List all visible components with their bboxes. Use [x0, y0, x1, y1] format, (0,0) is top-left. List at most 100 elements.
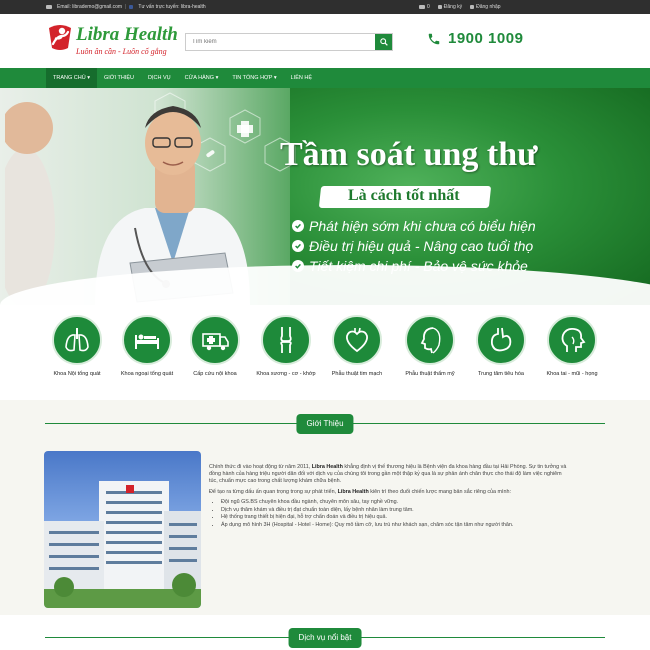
- login-icon: [470, 4, 475, 9]
- ent-head-icon: [561, 327, 586, 352]
- nav-item-news[interactable]: TIN TỔNG HỢP ▾: [225, 68, 283, 88]
- search-button[interactable]: [375, 34, 392, 50]
- hotline[interactable]: 1900 1009: [427, 30, 523, 47]
- dept-label: Cấp cứu nội khoa: [193, 371, 237, 377]
- stomach-icon: [490, 327, 512, 352]
- intro-p2-after: kiên trì theo đuổi chiến lược mang bản s…: [368, 488, 512, 495]
- check-icon: [292, 260, 304, 272]
- hospital-building-icon: [44, 481, 201, 608]
- cart-count: 0: [427, 4, 430, 10]
- list-item: Hệ thống trang thiết bị hiện đại, hỗ trợ…: [221, 514, 569, 521]
- dept-label: Khoa xương - cơ - khớp: [256, 371, 316, 377]
- dept-digestive-center[interactable]: Trung tâm tiêu hóa: [466, 315, 536, 377]
- facebook-icon: [129, 5, 134, 9]
- nav-item-contact[interactable]: LIÊN HỆ: [284, 68, 319, 88]
- banner-bullets: Phát hiện sớm khi chưa có biểu hiện Điều…: [292, 218, 536, 278]
- nav-item-shop[interactable]: CỬA HÀNG ▾: [178, 68, 226, 88]
- chevron-down-icon: ▾: [215, 75, 219, 81]
- intro-list: Đội ngũ GS.BS chuyên khoa đầu ngành, chu…: [209, 499, 569, 529]
- bullet-text: Phát hiện sớm khi chưa có biểu hiện: [309, 218, 536, 234]
- chevron-down-icon: ▾: [87, 75, 90, 81]
- intro-p2-brand: Libra Health: [337, 488, 369, 495]
- nav-label: GIỚI THIỆU: [104, 75, 134, 81]
- banner-subtitle: Là cách tốt nhất: [348, 187, 460, 204]
- dept-emergency[interactable]: Cấp cứu nội khoa: [180, 315, 250, 377]
- departments-row: Khoa Nội tổng quát Khoa ngoại tổng quát: [0, 305, 650, 400]
- dept-label: Phẫu thuật tim mạch: [331, 371, 383, 377]
- login-link[interactable]: Đăng nhập: [470, 4, 501, 10]
- intro-p1-brand: Libra Health: [311, 464, 343, 470]
- check-icon: [292, 220, 304, 232]
- dept-internal-medicine[interactable]: Khoa Nội tổng quát: [42, 315, 112, 377]
- dept-orthopedics[interactable]: Khoa xương - cơ - khớp: [251, 315, 321, 377]
- dept-cosmetic-surgery[interactable]: Phẫu thuật thẩm mỹ: [395, 315, 465, 377]
- brand-slogan: Luôn ân cần - Luôn cố gắng: [76, 47, 167, 56]
- bullet-text: Điều trị hiệu quả - Nâng cao tuổi thọ: [309, 238, 534, 254]
- nav-item-services[interactable]: DỊCH VỤ: [141, 68, 178, 88]
- intro-p2-before: Để tạo ra từng dấu ấn quan trọng trong s…: [209, 488, 338, 495]
- intro-text: Chính thức đi vào hoạt động từ năm 2011,…: [209, 464, 569, 530]
- intro-paragraph-1: Chính thức đi vào hoạt động từ năm 2011,…: [209, 464, 569, 486]
- lungs-icon: [65, 328, 89, 352]
- nav-item-about[interactable]: GIỚI THIỆU: [97, 68, 141, 88]
- nav-label: LIÊN HỆ: [290, 75, 313, 81]
- list-item: Áp dụng mô hình 3H (Hospital - Hotel - H…: [221, 522, 569, 529]
- intro-heading-bar: Giới Thiệu: [45, 414, 605, 434]
- face-profile-icon: [420, 327, 441, 354]
- intro-heading: Giới Thiệu: [296, 414, 354, 434]
- dept-circle: [332, 315, 382, 365]
- top-advice[interactable]: Tư vấn trực tuyến: libra-health: [138, 4, 205, 10]
- logo-mark-icon: [49, 25, 71, 50]
- hospital-building-image: [44, 451, 201, 608]
- check-icon: [292, 240, 304, 252]
- login-label: Đăng nhập: [476, 4, 501, 10]
- dept-circle: [261, 315, 311, 365]
- search-input[interactable]: [186, 34, 375, 50]
- cart-icon: [419, 4, 425, 9]
- ambulance-icon: [202, 333, 229, 351]
- dept-label: Khoa tai - mũi - họng: [546, 371, 598, 377]
- intro-p1-before: Chính thức đi vào hoạt động từ năm 2011,: [209, 464, 312, 470]
- dept-ent[interactable]: Khoa tai - mũi - họng: [537, 315, 607, 377]
- site-header: Libra Health Luôn ân cần - Luôn cố gắng …: [0, 14, 650, 68]
- knee-joint-icon: [280, 327, 292, 353]
- nav-label: CỬA HÀNG: [184, 75, 215, 81]
- register-link[interactable]: Đăng ký: [437, 4, 462, 10]
- heart-icon: [346, 327, 368, 353]
- dept-circle: [190, 315, 240, 365]
- dept-label: Phẫu thuật thẩm mỹ: [405, 371, 455, 377]
- nav-item-home[interactable]: TRANG CHỦ ▾: [46, 68, 97, 88]
- bullet-text: Tiết kiệm chi phí - Bảo vệ sức khỏe: [309, 258, 528, 274]
- hospital-bed-icon: [135, 334, 159, 349]
- banner-bullet: Phát hiện sớm khi chưa có biểu hiện: [292, 218, 536, 234]
- top-email[interactable]: Email: librademo@gmail.com: [57, 4, 122, 10]
- banner-bullet: Tiết kiệm chi phí - Bảo vệ sức khỏe: [292, 258, 536, 274]
- nav-label: TIN TỔNG HỢP: [232, 75, 273, 81]
- cart-link[interactable]: 0: [419, 4, 430, 10]
- top-bar-contact: Email: librademo@gmail.com | Tư vấn trực…: [46, 4, 206, 10]
- dept-label: Khoa ngoại tổng quát: [120, 371, 174, 377]
- dept-label: Khoa Nội tổng quát: [53, 371, 101, 377]
- banner-title: Tầm soát ung thư: [280, 136, 538, 173]
- nav-list: TRANG CHỦ ▾ GIỚI THIỆU DỊCH VỤ CỬA HÀNG …: [46, 68, 319, 88]
- dept-general-surgery[interactable]: Khoa ngoại tổng quát: [112, 315, 182, 377]
- banner-bullet: Điều trị hiệu quả - Nâng cao tuổi thọ: [292, 238, 536, 254]
- dept-cardiac-surgery[interactable]: Phẫu thuật tim mạch: [322, 315, 392, 377]
- top-bar-account: 0 Đăng ký Đăng nhập: [419, 4, 501, 10]
- brand-name: Libra Health: [76, 24, 178, 45]
- hero-banner[interactable]: Tầm soát ung thư Là cách tốt nhất Phát h…: [0, 88, 650, 305]
- chevron-down-icon: ▾: [273, 75, 277, 81]
- services-section: Dịch vụ nổi bật: [0, 615, 650, 650]
- dept-circle: [476, 315, 526, 365]
- dept-circle: [547, 315, 597, 365]
- search-icon: [379, 38, 388, 46]
- email-icon: [46, 5, 52, 9]
- intro-paragraph-2: Để tạo ra từng dấu ấn quan trọng trong s…: [209, 489, 569, 496]
- site-logo[interactable]: Libra Health Luôn ân cần - Luôn cố gắng: [46, 22, 186, 62]
- nav-label: DỊCH VỤ: [147, 75, 171, 81]
- dept-circle: [405, 315, 455, 365]
- dept-label: Trung tâm tiêu hóa: [478, 371, 524, 377]
- services-heading-bar: Dịch vụ nổi bật: [45, 628, 605, 648]
- list-item: Đội ngũ GS.BS chuyên khoa đầu ngành, chu…: [221, 499, 569, 506]
- top-separator: |: [125, 4, 127, 10]
